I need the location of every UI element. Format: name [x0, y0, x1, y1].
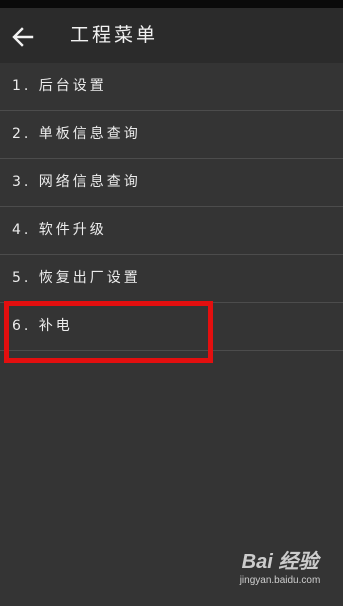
- highlight-annotation-box: [4, 301, 213, 363]
- app-bar: 工程菜单: [0, 8, 343, 63]
- menu-item-network-info-query[interactable]: 3. 网络信息查询: [0, 159, 343, 207]
- menu-item-label: 5. 恢复出厂设置: [12, 270, 141, 286]
- menu-item-factory-reset[interactable]: 5. 恢复出厂设置: [0, 255, 343, 303]
- page-title: 工程菜单: [70, 24, 159, 46]
- menu-item-label: 2. 单板信息查询: [12, 126, 141, 142]
- menu-item-software-upgrade[interactable]: 4. 软件升级: [0, 207, 343, 255]
- back-button[interactable]: [6, 20, 40, 54]
- menu-item-background-settings[interactable]: 1. 后台设置: [0, 63, 343, 111]
- menu-item-label: 4. 软件升级: [12, 222, 107, 238]
- menu-item-board-info-query[interactable]: 2. 单板信息查询: [0, 111, 343, 159]
- arrow-left-icon: [12, 27, 34, 47]
- watermark-url: jingyan.baidu.com: [239, 575, 321, 586]
- status-bar: [0, 0, 343, 8]
- menu-item-label: 3. 网络信息查询: [12, 174, 141, 190]
- watermark-logo: Bai 经验: [241, 551, 319, 573]
- watermark: Bai 经验 jingyan.baidu.com: [225, 550, 335, 600]
- menu-item-label: 1. 后台设置: [12, 78, 107, 94]
